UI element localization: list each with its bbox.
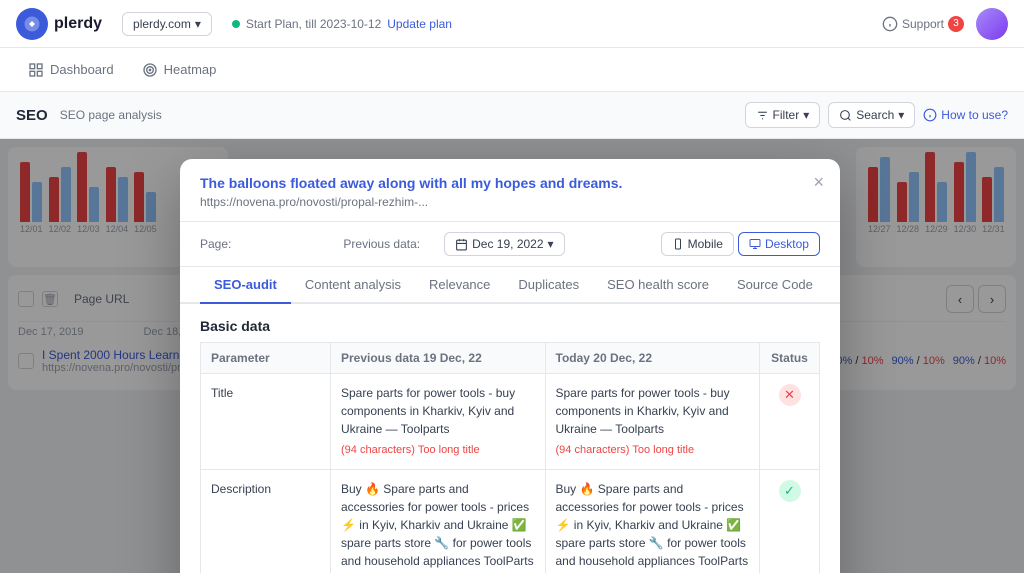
modal-body: Basic data Parameter Previous data 19 De… [180, 304, 840, 573]
how-to-use-link[interactable]: How to use? [923, 108, 1008, 122]
nav-item-dashboard[interactable]: Dashboard [16, 56, 126, 84]
update-plan-link[interactable]: Update plan [387, 17, 452, 31]
user-avatar[interactable] [976, 8, 1008, 40]
seo-data-table: Parameter Previous data 19 Dec, 22 Today… [200, 342, 820, 573]
modal-header: The balloons floated away along with all… [180, 159, 840, 222]
basic-data-title: Basic data [200, 304, 820, 342]
col-parameter: Parameter [201, 343, 331, 374]
col-status: Status [760, 343, 820, 374]
modal-meta: Page: Previous data: Dec 19, 2022 ▾ Mobi… [180, 222, 840, 267]
header-actions: Filter ▾ Search ▾ How to use? [745, 102, 1008, 128]
today-title: Spare parts for power tools - buy compon… [545, 374, 760, 470]
tab-relevance[interactable]: Relevance [415, 267, 504, 304]
prev-data-label: Previous data: [343, 237, 420, 251]
support-button[interactable]: Support 3 [882, 16, 964, 32]
tab-seo-health-score[interactable]: SEO health score [593, 267, 723, 304]
status-description: ✓ [760, 469, 820, 573]
table-row: Title Spare parts for power tools - buy … [201, 374, 820, 470]
nav-right: Support 3 [882, 8, 1008, 40]
status-ok-icon: ✓ [779, 480, 801, 502]
logo-text: plerdy [54, 15, 102, 33]
desktop-button[interactable]: Desktop [738, 232, 820, 256]
seo-audit-modal: The balloons floated away along with all… [180, 159, 840, 573]
prev-description: Buy 🔥 Spare parts and accessories for po… [331, 469, 546, 573]
seo-header: SEO SEO page analysis Filter ▾ Search ▾ … [0, 92, 1024, 139]
plan-info: Start Plan, till 2023-10-12 Update plan [232, 17, 452, 31]
col-previous-data: Previous data 19 Dec, 22 [331, 343, 546, 374]
main-content: 12/01 12/02 12/03 [0, 139, 1024, 573]
tab-source-code[interactable]: Source Code [723, 267, 827, 304]
today-description: Buy 🔥 Spare parts and accessories for po… [545, 469, 760, 573]
modal-close-button[interactable]: × [813, 173, 824, 191]
support-badge: 3 [948, 16, 964, 32]
mobile-button[interactable]: Mobile [661, 232, 734, 256]
seo-subtitle: SEO page analysis [60, 108, 162, 122]
status-error-icon: ✕ [779, 384, 801, 406]
tab-duplicates[interactable]: Duplicates [504, 267, 593, 304]
plan-status-dot [232, 20, 240, 28]
prev-title-error: (94 characters) Too long title [341, 442, 535, 459]
prev-title: Spare parts for power tools - buy compon… [331, 374, 546, 470]
page-label: Page: [200, 237, 231, 251]
param-title: Title [201, 374, 331, 470]
logo-area: plerdy [16, 8, 102, 40]
search-button[interactable]: Search ▾ [828, 102, 915, 128]
modal-title: The balloons floated away along with all… [200, 175, 820, 191]
param-description: Description [201, 469, 331, 573]
logo-icon [16, 8, 48, 40]
modal-tabs: SEO-audit Content analysis Relevance Dup… [180, 267, 840, 304]
today-title-error: (94 characters) Too long title [556, 442, 750, 459]
top-navbar: plerdy plerdy.com ▾ Start Plan, till 202… [0, 0, 1024, 48]
filter-button[interactable]: Filter ▾ [745, 102, 821, 128]
table-row: Description Buy 🔥 Spare parts and access… [201, 469, 820, 573]
modal-url: https://novena.pro/novosti/propal-rezhim… [200, 195, 820, 209]
status-title: ✕ [760, 374, 820, 470]
col-today: Today 20 Dec, 22 [545, 343, 760, 374]
seo-title: SEO [16, 107, 48, 124]
domain-selector[interactable]: plerdy.com ▾ [122, 12, 212, 36]
nav-item-heatmap[interactable]: Heatmap [130, 56, 229, 84]
date-selector[interactable]: Dec 19, 2022 ▾ [444, 232, 564, 256]
secondary-navbar: Dashboard Heatmap [0, 48, 1024, 92]
tab-seo-audit[interactable]: SEO-audit [200, 267, 291, 304]
tab-content-analysis[interactable]: Content analysis [291, 267, 415, 304]
device-buttons: Mobile Desktop [661, 232, 820, 256]
